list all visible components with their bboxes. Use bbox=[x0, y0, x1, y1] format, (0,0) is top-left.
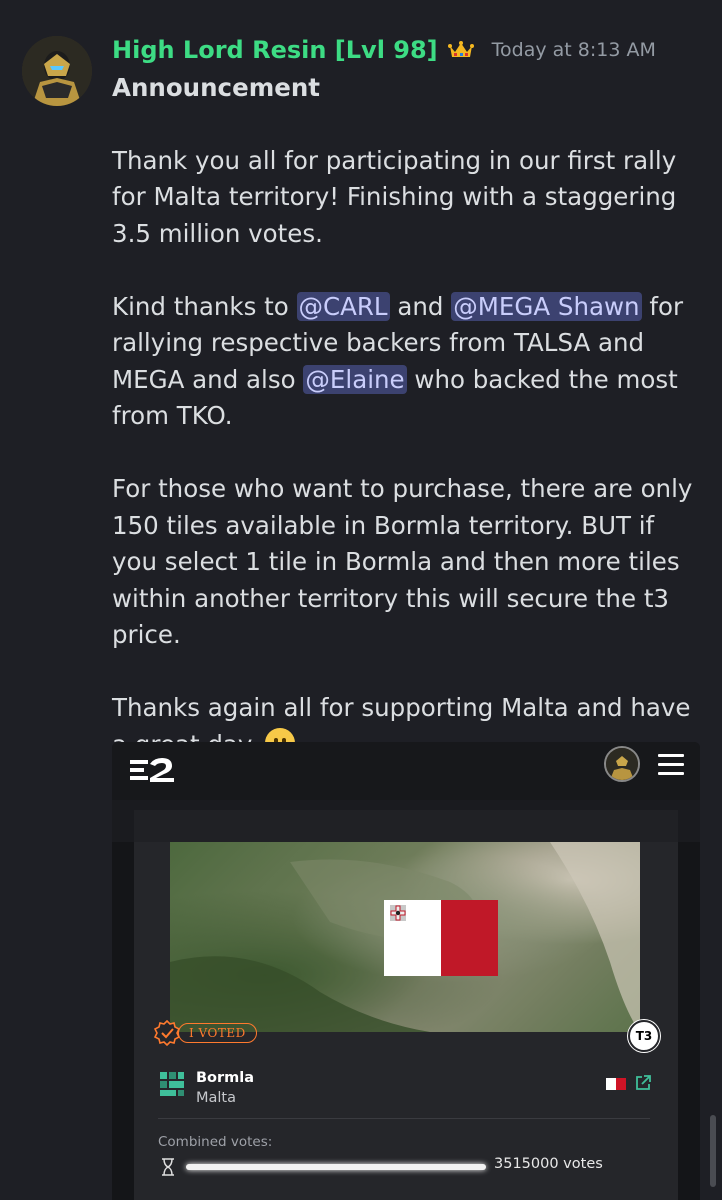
message-paragraph-2: Kind thanks to @CARL and @MEGA Shawn for… bbox=[112, 289, 702, 435]
text-segment: Kind thanks to bbox=[112, 291, 297, 321]
combined-votes-label: Combined votes: bbox=[158, 1134, 273, 1150]
author-name[interactable]: High Lord Resin [Lvl 98] bbox=[112, 36, 438, 64]
attached-screenshot[interactable]: I VOTED T3 Bormla Malta Combined votes: … bbox=[112, 742, 700, 1200]
message-title: Announcement bbox=[112, 73, 320, 102]
votes-count: 3515000 votes bbox=[494, 1156, 603, 1172]
territory-card[interactable]: I VOTED T3 Bormla Malta Combined votes: … bbox=[134, 842, 678, 1200]
votes-progress-fill bbox=[186, 1164, 486, 1170]
mention-mega-shawn[interactable]: @MEGA Shawn bbox=[451, 291, 642, 321]
app-topbar bbox=[112, 742, 700, 800]
scrollbar[interactable] bbox=[710, 1115, 716, 1187]
user-avatar[interactable] bbox=[604, 746, 640, 782]
external-link-icon[interactable] bbox=[634, 1074, 652, 1092]
george-cross-icon bbox=[390, 905, 406, 921]
malta-flag bbox=[384, 900, 498, 976]
territory-map-image bbox=[170, 842, 640, 1032]
territory-info[interactable]: Bormla Malta bbox=[158, 1068, 254, 1108]
territory-tiles-icon bbox=[160, 1072, 184, 1096]
message-header: High Lord Resin [Lvl 98] Today at 8:13 A… bbox=[112, 32, 712, 68]
e2-logo-icon bbox=[128, 756, 176, 788]
tier-badge: T3 bbox=[628, 1020, 660, 1052]
territory-name: Bormla bbox=[196, 1070, 255, 1086]
crown-icon bbox=[447, 40, 474, 60]
mention-elaine[interactable]: @Elaine bbox=[303, 364, 407, 394]
hourglass-icon bbox=[162, 1158, 174, 1176]
text-segment: and bbox=[389, 291, 452, 321]
hamburger-menu-icon[interactable] bbox=[658, 754, 684, 775]
author-avatar[interactable] bbox=[22, 36, 92, 106]
divider bbox=[158, 1118, 650, 1119]
message-paragraph-3: For those who want to purchase, there ar… bbox=[112, 474, 693, 649]
verified-check-icon bbox=[154, 1020, 180, 1046]
message-paragraph-1: Thank you all for participating in our f… bbox=[112, 145, 677, 248]
message-body: Announcement Thank you all for participa… bbox=[112, 70, 702, 763]
message-timestamp[interactable]: Today at 8:13 AM bbox=[492, 39, 656, 61]
territory-country: Malta bbox=[196, 1090, 236, 1106]
malta-mini-flag-icon bbox=[606, 1078, 626, 1090]
strip bbox=[112, 800, 700, 842]
i-voted-badge: I VOTED bbox=[154, 1020, 257, 1046]
votes-progress-bar bbox=[186, 1164, 486, 1170]
i-voted-label: I VOTED bbox=[178, 1023, 257, 1043]
mention-carl[interactable]: @CARL bbox=[296, 291, 390, 321]
